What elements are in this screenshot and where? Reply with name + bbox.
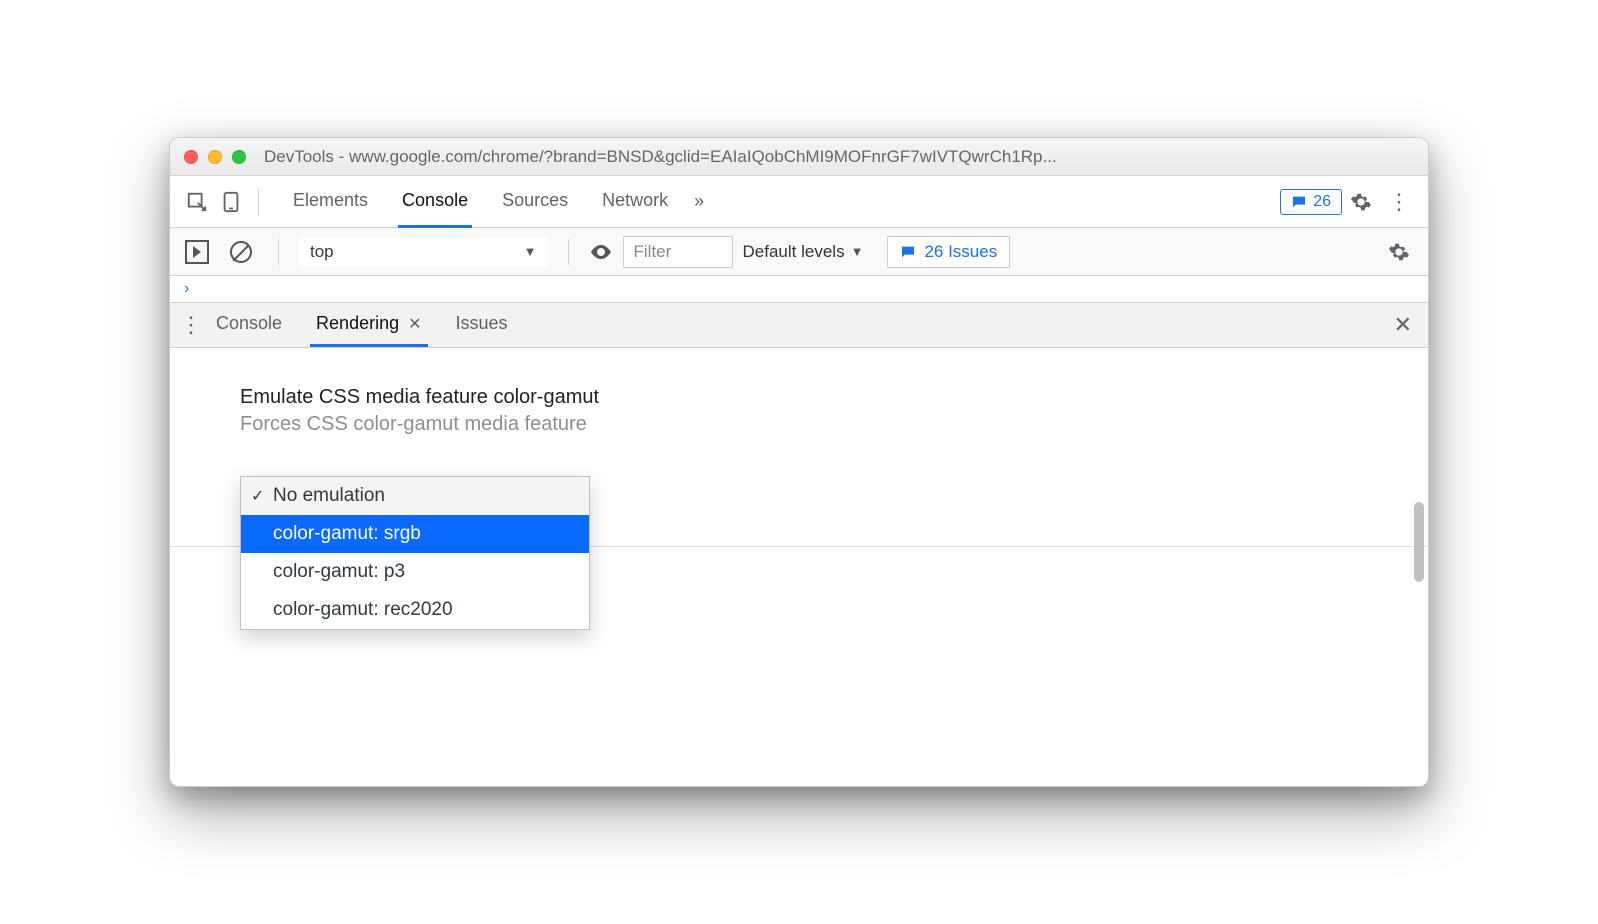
drawer-menu-icon[interactable]: ⋮ (180, 312, 210, 338)
minimize-icon[interactable] (208, 150, 222, 164)
color-gamut-dropdown: ✓ No emulation color-gamut: srgb color-g… (240, 476, 590, 630)
drawer-tab-label: Rendering (316, 313, 399, 333)
rendering-panel: Emulate CSS media feature color-gamut Fo… (170, 348, 1428, 622)
drawer-close-icon[interactable]: ✕ (1388, 312, 1418, 338)
log-levels-selector[interactable]: Default levels ▼ (743, 242, 864, 262)
issues-badge[interactable]: 26 (1280, 189, 1342, 215)
issues-button[interactable]: 26 Issues (887, 236, 1010, 268)
option-label: No emulation (273, 485, 385, 506)
chevron-down-icon: ▼ (851, 244, 864, 259)
more-tabs-chevron-icon[interactable]: » (694, 191, 704, 212)
separator (568, 239, 569, 265)
inspect-icon[interactable] (180, 185, 214, 219)
check-icon: ✓ (251, 486, 264, 506)
dropdown-option-srgb[interactable]: color-gamut: srgb (241, 515, 589, 553)
drawer-toolbar: ⋮ Console Rendering ✕ Issues ✕ (170, 302, 1428, 348)
drawer-tab-rendering[interactable]: Rendering ✕ (310, 303, 427, 347)
issues-icon (1291, 194, 1307, 210)
main-toolbar: Elements Console Sources Network » 26 ⋮ (170, 176, 1428, 228)
window-controls (184, 150, 246, 164)
kebab-menu-icon[interactable]: ⋮ (1380, 189, 1418, 215)
setting-subheading: Forces CSS color-gamut media feature (240, 413, 1358, 436)
issues-count: 26 (1313, 193, 1331, 211)
setting-heading: Emulate CSS media feature color-gamut (240, 386, 1358, 409)
close-icon[interactable]: ✕ (408, 316, 421, 333)
clear-console-icon[interactable] (224, 235, 258, 269)
titlebar: DevTools - www.google.com/chrome/?brand=… (170, 138, 1428, 176)
dropdown-option-rec2020[interactable]: color-gamut: rec2020 (241, 591, 589, 629)
levels-label: Default levels (743, 242, 845, 262)
chevron-down-icon: ▼ (524, 244, 537, 259)
console-settings-icon[interactable] (1380, 241, 1418, 263)
console-prompt[interactable]: › (170, 276, 1428, 302)
tab-sources[interactable]: Sources (498, 176, 572, 228)
close-icon[interactable] (184, 150, 198, 164)
separator (278, 239, 279, 265)
dropdown-option-p3[interactable]: color-gamut: p3 (241, 553, 589, 591)
tab-console[interactable]: Console (398, 176, 472, 228)
tab-elements[interactable]: Elements (289, 176, 372, 228)
issues-button-label: 26 Issues (924, 242, 997, 262)
console-toolbar: top ▼ Filter Default levels ▼ 26 Issues (170, 228, 1428, 276)
context-selector[interactable]: top ▼ (299, 237, 548, 267)
devtools-window: DevTools - www.google.com/chrome/?brand=… (169, 137, 1429, 787)
separator (258, 189, 259, 215)
live-expression-icon[interactable] (589, 240, 613, 264)
settings-icon[interactable] (1342, 191, 1380, 213)
window-title: DevTools - www.google.com/chrome/?brand=… (264, 147, 1414, 167)
tab-network[interactable]: Network (598, 176, 672, 228)
device-toggle-icon[interactable] (214, 185, 248, 219)
drawer-tab-issues[interactable]: Issues (450, 303, 514, 347)
dropdown-option-current[interactable]: ✓ No emulation (241, 477, 589, 515)
main-tabs: Elements Console Sources Network (289, 176, 672, 228)
drawer-tab-console[interactable]: Console (210, 303, 288, 347)
filter-input[interactable]: Filter (623, 236, 733, 268)
maximize-icon[interactable] (232, 150, 246, 164)
scrollbar-thumb[interactable] (1414, 502, 1424, 582)
show-console-sidebar-icon[interactable] (180, 235, 214, 269)
issues-icon (900, 244, 916, 260)
context-label: top (310, 242, 334, 262)
